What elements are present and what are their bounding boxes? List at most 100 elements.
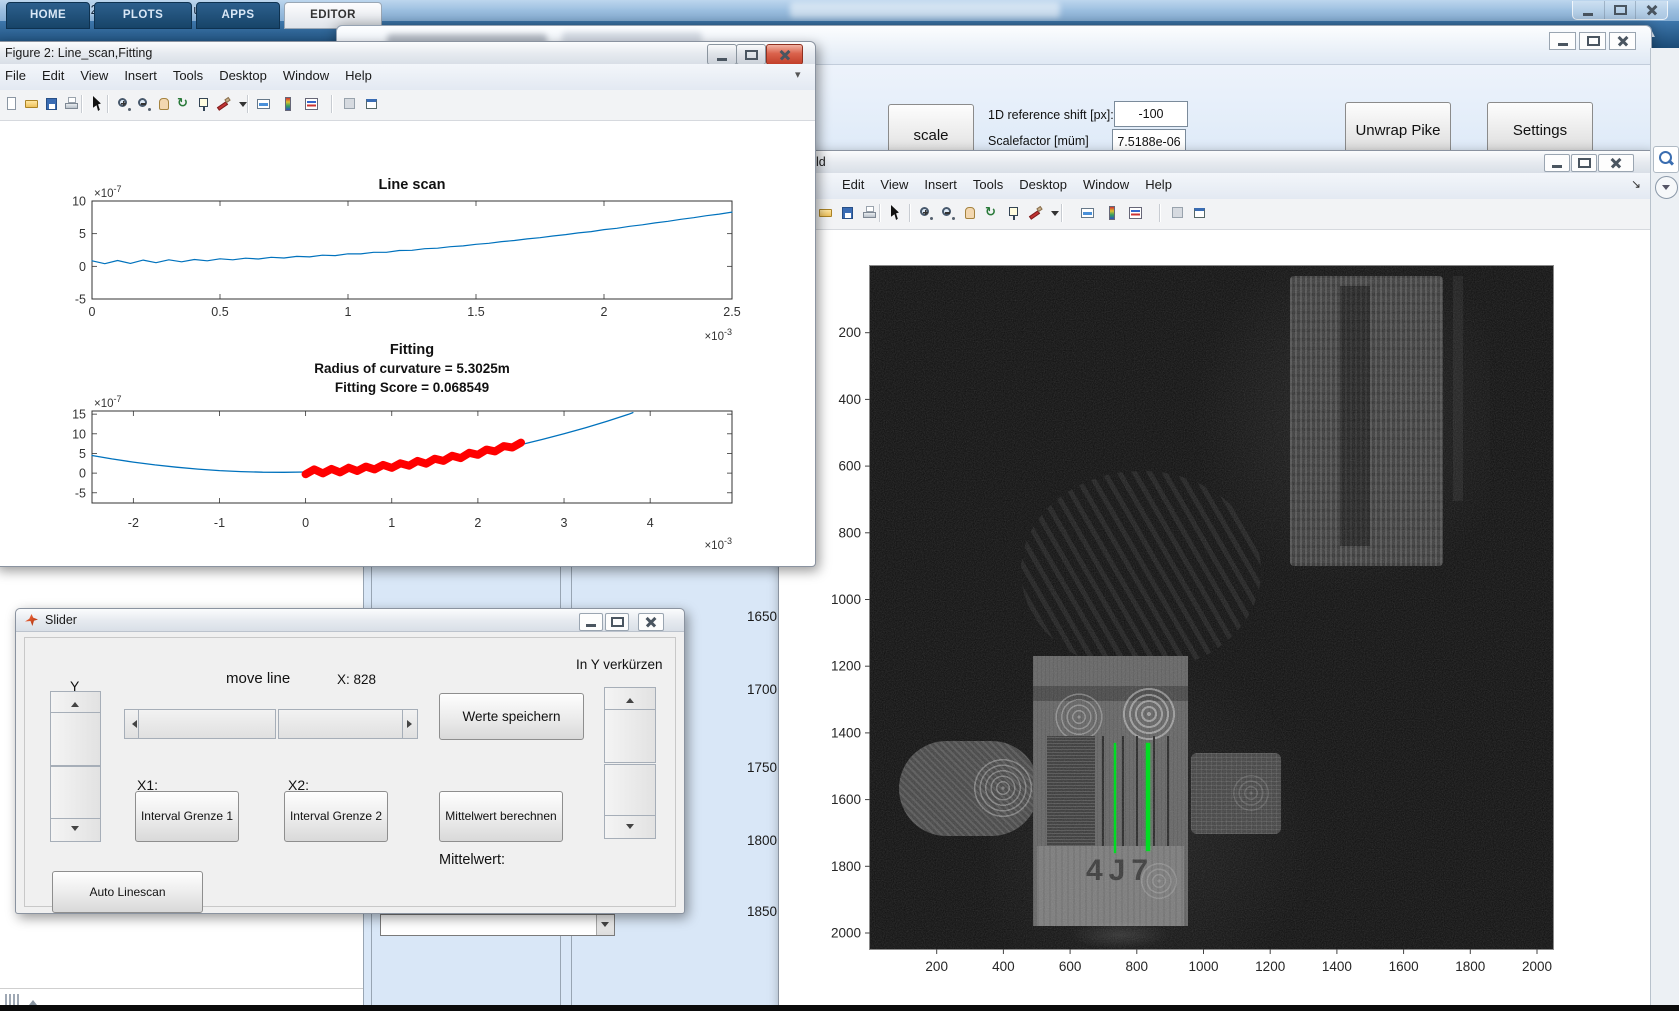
y-slider-track[interactable]	[50, 766, 101, 820]
in-y-slider-up-button[interactable]	[604, 687, 656, 711]
menu-overflow-icon[interactable]: ▾	[795, 68, 801, 81]
dock-arrow-icon[interactable]: ↘	[1631, 177, 1641, 191]
in-y-verkuerzen-label: In Y verkürzen	[576, 657, 663, 672]
zoom-in-icon[interactable]	[917, 204, 935, 222]
menu-item-window[interactable]: Window	[1075, 173, 1137, 192]
data-cursor-icon[interactable]	[195, 95, 213, 113]
data-cursor-icon[interactable]	[1005, 204, 1023, 222]
ref-shift-input[interactable]: -100	[1114, 101, 1188, 127]
property-editor-icon[interactable]	[1169, 204, 1187, 222]
brush-icon[interactable]	[1027, 204, 1045, 222]
insert-colorbar-icon[interactable]	[1103, 204, 1121, 222]
mittelwert-berechnen-button[interactable]: Mittelwert berechnen	[439, 791, 563, 842]
tab-apps[interactable]: APPS	[196, 2, 280, 29]
property-editor-icon[interactable]	[341, 95, 359, 113]
rotate-3d-icon[interactable]	[175, 95, 193, 113]
close-button[interactable]	[766, 44, 803, 65]
minimize-button[interactable]	[1573, 1, 1605, 19]
menu-item-edit[interactable]: Edit	[34, 64, 72, 83]
cursor-icon[interactable]	[887, 204, 905, 222]
in-y-slider-track[interactable]	[604, 764, 656, 817]
maximize-button[interactable]	[736, 44, 766, 65]
menu-item-desktop[interactable]: Desktop	[211, 64, 275, 83]
zoom-out-icon[interactable]	[135, 95, 153, 113]
combobox-arrow[interactable]	[596, 915, 614, 935]
werte-speichern-button[interactable]: Werte speichern	[439, 693, 584, 740]
move-line-track[interactable]	[278, 709, 404, 739]
menu-item-view[interactable]: View	[72, 64, 116, 83]
caret-down-icon[interactable]	[235, 95, 253, 113]
close-button[interactable]	[1609, 32, 1636, 50]
minimize-button[interactable]	[579, 613, 603, 631]
menu-item-insert[interactable]: Insert	[916, 173, 965, 192]
menu-item-desktop[interactable]: Desktop	[1011, 173, 1075, 192]
minimize-button[interactable]	[1549, 32, 1576, 50]
y-slider-track[interactable]	[50, 712, 101, 766]
link-plots-icon[interactable]	[255, 95, 273, 113]
restore-button[interactable]	[1605, 1, 1637, 19]
pan-hand-icon[interactable]	[961, 204, 979, 222]
save-icon[interactable]	[43, 95, 61, 113]
menu-item-help[interactable]: Help	[1137, 173, 1180, 192]
move-line-right-button[interactable]	[402, 709, 418, 739]
maximize-button[interactable]	[1571, 154, 1597, 172]
menu-item-tools[interactable]: Tools	[165, 64, 211, 83]
svg-text:800: 800	[1126, 959, 1149, 974]
auto-linescan-button[interactable]: Auto Linescan	[52, 871, 203, 913]
svg-text:Radius of curvature = 5.3025m: Radius of curvature = 5.3025m	[314, 361, 509, 376]
interval-grenze-2-button[interactable]: Interval Grenze 2	[284, 791, 388, 842]
interval-grenze-1-button[interactable]: Interval Grenze 1	[135, 791, 239, 842]
insert-colorbar-icon[interactable]	[279, 95, 297, 113]
tab-plots[interactable]: PLOTS	[94, 2, 192, 29]
svg-text:1.5: 1.5	[467, 305, 484, 319]
brush-icon[interactable]	[215, 95, 233, 113]
y-slider-up-button[interactable]	[50, 691, 101, 714]
move-line-track[interactable]	[138, 709, 276, 739]
svg-text:2: 2	[474, 516, 481, 530]
open-folder-icon[interactable]	[817, 204, 835, 222]
menu-item-edit[interactable]: Edit	[834, 173, 872, 192]
rotate-3d-icon[interactable]	[983, 204, 1001, 222]
close-button[interactable]	[1636, 1, 1667, 19]
caret-down-icon[interactable]	[1047, 204, 1065, 222]
svg-text:×10-3: ×10-3	[704, 327, 732, 343]
insert-legend-icon[interactable]	[303, 95, 321, 113]
pan-hand-icon[interactable]	[155, 95, 173, 113]
close-button[interactable]	[638, 613, 664, 631]
in-y-slider-down-button[interactable]	[604, 815, 656, 839]
in-y-slider-track[interactable]	[604, 709, 656, 763]
dock-figure-icon[interactable]	[1191, 204, 1209, 222]
zoom-in-icon[interactable]	[115, 95, 133, 113]
menu-item-tools[interactable]: Tools	[965, 173, 1011, 192]
background-combobox[interactable]	[380, 914, 615, 936]
maximize-button[interactable]	[1579, 32, 1606, 50]
svg-text:600: 600	[838, 459, 861, 474]
toolbar-separator	[909, 204, 910, 222]
link-plots-icon[interactable]	[1079, 204, 1097, 222]
pulldown-icon[interactable]	[1655, 176, 1678, 199]
print-icon[interactable]	[861, 204, 879, 222]
y-slider-down-button[interactable]	[50, 818, 101, 842]
menu-item-help[interactable]: Help	[337, 64, 380, 83]
svg-text:1800: 1800	[1455, 959, 1485, 974]
new-document-icon[interactable]	[3, 95, 21, 113]
minimize-button[interactable]	[707, 44, 737, 65]
dock-figure-icon[interactable]	[363, 95, 381, 113]
minimize-button[interactable]	[1544, 154, 1570, 172]
print-icon[interactable]	[63, 95, 81, 113]
menu-item-window[interactable]: Window	[275, 64, 337, 83]
insert-legend-icon[interactable]	[1127, 204, 1145, 222]
menu-item-view[interactable]: View	[872, 173, 916, 192]
menu-item-insert[interactable]: Insert	[116, 64, 165, 83]
save-icon[interactable]	[839, 204, 857, 222]
search-icon[interactable]	[1653, 146, 1679, 173]
svg-text:2.5: 2.5	[723, 305, 740, 319]
maximize-button[interactable]	[605, 613, 629, 631]
menu-item-file[interactable]: File	[0, 64, 34, 83]
toolbar-separator	[107, 95, 108, 113]
open-folder-icon[interactable]	[23, 95, 41, 113]
cursor-icon[interactable]	[89, 95, 107, 113]
tab-home[interactable]: HOME	[6, 2, 90, 29]
close-button[interactable]	[1598, 154, 1634, 172]
zoom-out-icon[interactable]	[939, 204, 957, 222]
